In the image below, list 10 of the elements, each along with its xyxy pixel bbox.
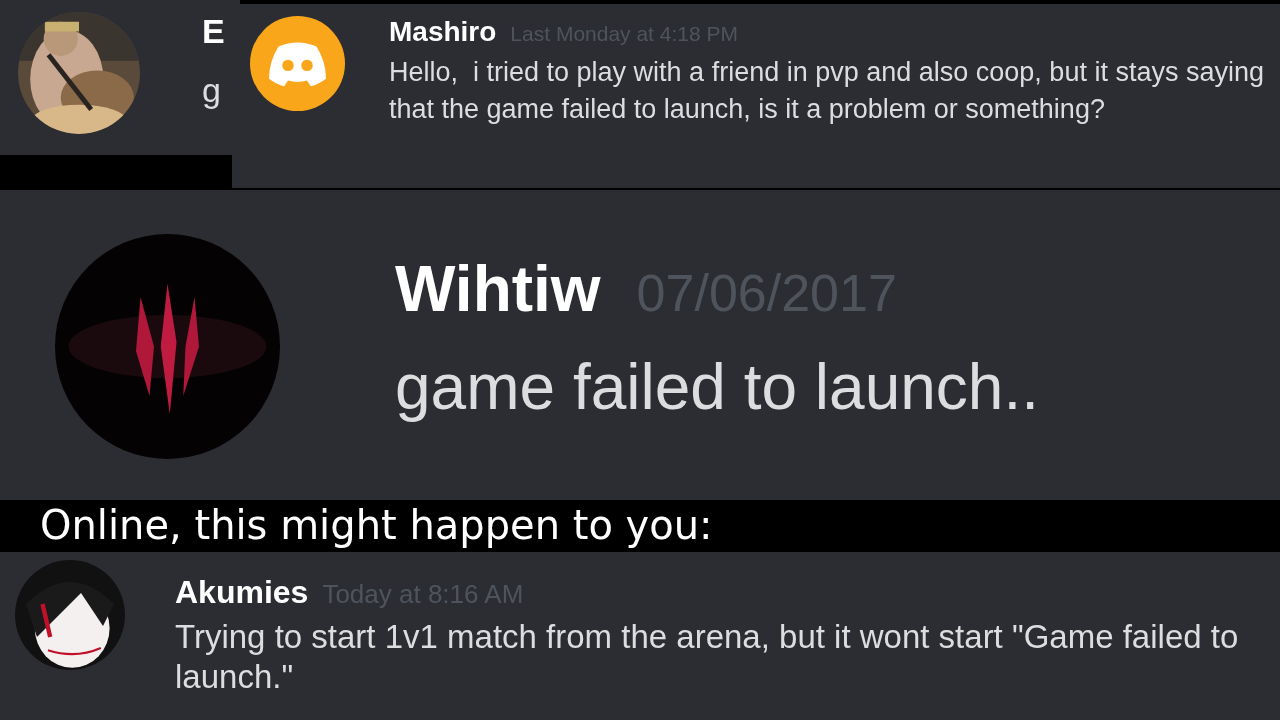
message-text: g	[202, 71, 222, 110]
username[interactable]: Akumies	[175, 574, 309, 611]
claw-marks-icon	[55, 234, 280, 459]
message-text: game failed to launch..	[395, 350, 1039, 424]
message-text: Trying to start 1v1 match from the arena, but it wont start "Game failed to launch."	[175, 617, 1240, 697]
controller-face-icon	[250, 16, 345, 111]
username[interactable]: Wihtiw	[395, 252, 601, 326]
username[interactable]: E	[202, 12, 225, 51]
message-text: Hello, i tried to play with a friend in pvp and also coop, but it stays saying that the game failed to launch, is it a problem or something?	[389, 56, 1265, 126]
username[interactable]: Mashiro	[389, 16, 497, 48]
